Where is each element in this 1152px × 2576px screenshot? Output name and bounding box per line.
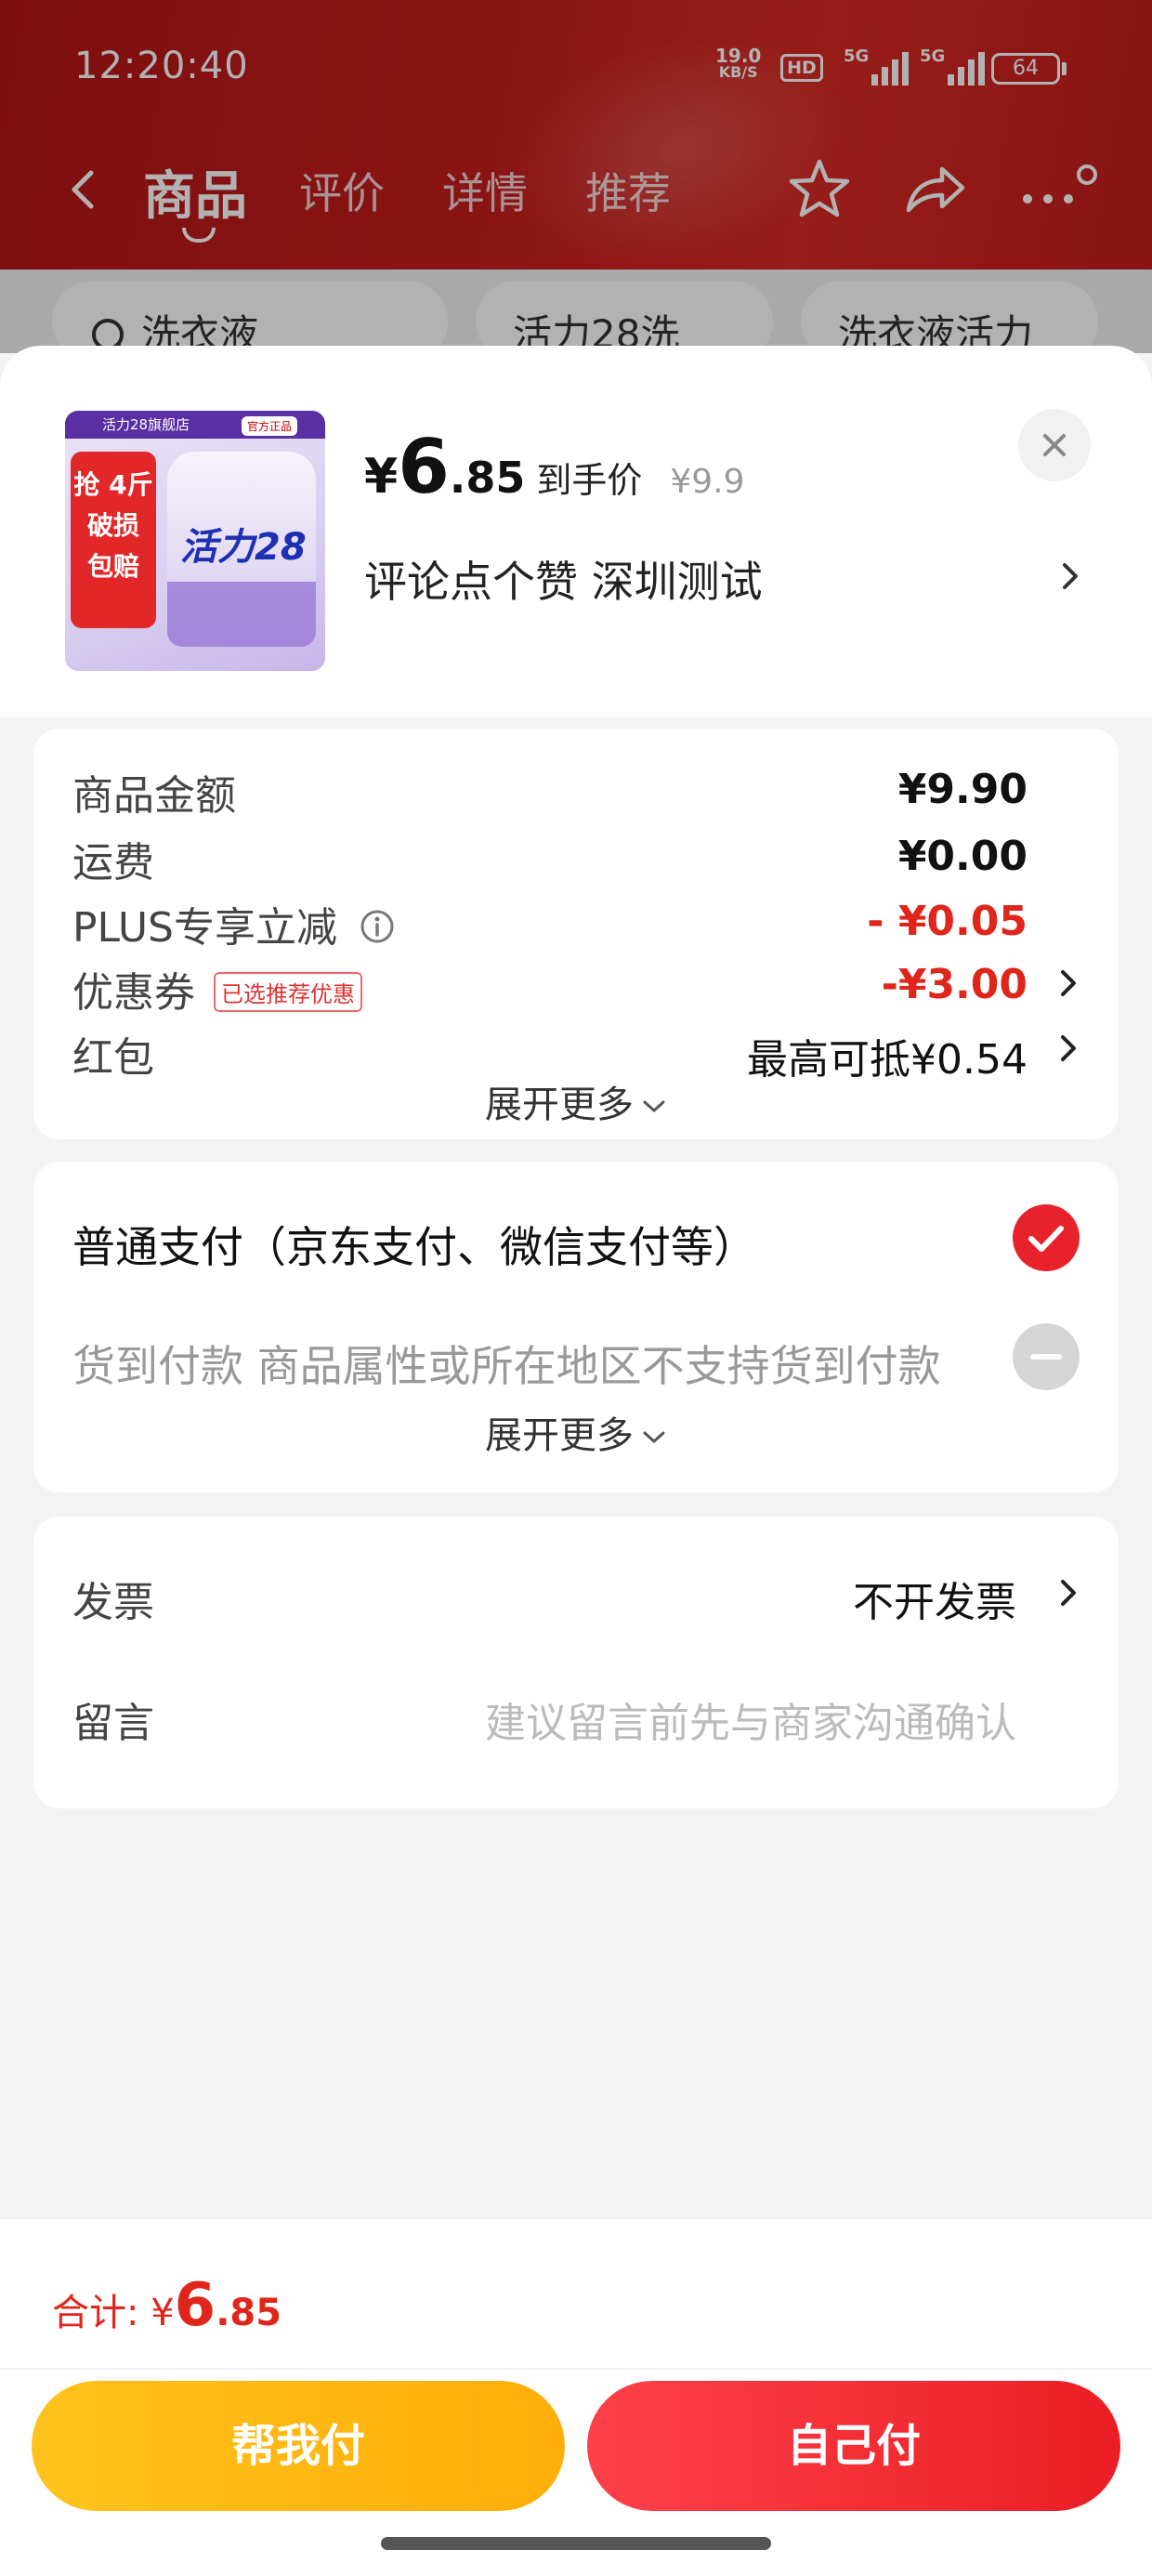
footer-divider bbox=[0, 2368, 1152, 2370]
plus-discount-text: PLUS专享立减 bbox=[72, 904, 337, 952]
message-input[interactable]: 建议留言前先与商家沟通确认 bbox=[485, 1689, 1016, 1749]
help-me-pay-button[interactable]: 帮我付 bbox=[32, 2381, 565, 2511]
normal-pay-option[interactable]: 普通支付（京东支付、微信支付等） bbox=[72, 1214, 756, 1275]
invoice-chevron-icon[interactable] bbox=[1055, 1576, 1081, 1610]
product-image: 活力28旗舰店 官方正品 抢 4斤 破损 包赔 活力28 bbox=[65, 411, 325, 671]
home-indicator[interactable] bbox=[381, 2537, 771, 2550]
store-info[interactable]: 评论点个赞 深圳测试 bbox=[364, 548, 763, 610]
chevron-down-icon bbox=[643, 1431, 665, 1443]
coupon-badge: 已选推荐优惠 bbox=[214, 971, 362, 1012]
coupon-chevron-icon[interactable] bbox=[1055, 966, 1081, 1000]
payment-expand-label: 展开更多 bbox=[485, 1414, 634, 1457]
product-summary: 活力28旗舰店 官方正品 抢 4斤 破损 包赔 活力28 ¥6.85 到手价 ¥9.… bbox=[0, 346, 1152, 717]
product-image-promo: 抢 4斤 破损 包赔 bbox=[71, 452, 156, 628]
invoice-value[interactable]: 不开发票 bbox=[853, 1569, 1016, 1628]
plus-discount-label: PLUS专享立减 bbox=[72, 894, 395, 953]
plus-discount-value: - ¥0.05 bbox=[867, 898, 1028, 945]
price-decimal: .85 bbox=[449, 453, 526, 503]
shipping-value: ¥0.00 bbox=[897, 833, 1028, 880]
shipping-label: 运费 bbox=[72, 839, 154, 887]
product-bag: 活力28 bbox=[167, 452, 316, 647]
item-amount-label: 商品金额 bbox=[72, 772, 236, 820]
red-packet-chevron-icon[interactable] bbox=[1055, 1032, 1081, 1065]
price-line: ¥6.85 到手价 ¥9.9 bbox=[364, 424, 745, 510]
total-currency: ¥ bbox=[151, 2292, 175, 2334]
cost-expand-label: 展开更多 bbox=[485, 1084, 634, 1126]
info-icon[interactable] bbox=[360, 909, 395, 944]
payment-method-card: 普通支付（京东支付、微信支付等） 货到付款 商品属性或所在地区不支持货到付款 展… bbox=[33, 1162, 1119, 1492]
total-label: 合计: bbox=[52, 2292, 151, 2334]
price-integer: 6 bbox=[398, 424, 450, 510]
chevron-right-icon[interactable] bbox=[1057, 559, 1083, 593]
total-integer: 6 bbox=[174, 2271, 216, 2340]
coupon-label[interactable]: 优惠券 已选推荐优惠 bbox=[72, 959, 362, 1019]
message-label: 留言 bbox=[72, 1700, 154, 1747]
original-price: ¥9.9 bbox=[670, 463, 745, 501]
product-image-tag: 官方正品 bbox=[242, 416, 298, 436]
disabled-icon bbox=[1013, 1323, 1080, 1390]
price-currency: ¥ bbox=[364, 449, 399, 505]
item-amount-value: ¥9.90 bbox=[897, 766, 1028, 813]
close-icon[interactable] bbox=[1018, 409, 1091, 481]
payment-expand-more[interactable]: 展开更多 bbox=[33, 1405, 1119, 1459]
checkout-footer: 合计: ¥6.85 帮我付 自己付 bbox=[0, 2219, 1152, 2576]
cost-breakdown-card: 商品金额 ¥9.90 运费 ¥0.00 PLUS专享立减 - ¥0.05 优惠券… bbox=[33, 729, 1119, 1139]
product-image-logo: 活力28 bbox=[180, 526, 307, 569]
total-decimal: .85 bbox=[216, 2292, 282, 2334]
invoice-label: 发票 bbox=[72, 1579, 154, 1626]
coupon-value[interactable]: -¥3.00 bbox=[882, 961, 1028, 1008]
checked-icon[interactable] bbox=[1013, 1204, 1080, 1271]
modal-overlay[interactable] bbox=[0, 0, 1152, 353]
chevron-down-icon bbox=[643, 1100, 665, 1112]
cod-option: 货到付款 商品属性或所在地区不支持货到付款 bbox=[72, 1341, 941, 1391]
price-label: 到手价 bbox=[536, 460, 643, 501]
pay-myself-button[interactable]: 自己付 bbox=[587, 2381, 1120, 2511]
coupon-text: 优惠券 bbox=[72, 969, 195, 1017]
invoice-message-card: 发票 不开发票 留言 建议留言前先与商家沟通确认 bbox=[33, 1517, 1119, 1808]
cost-expand-more[interactable]: 展开更多 bbox=[33, 1074, 1119, 1128]
total-amount: 合计: ¥6.85 bbox=[52, 2271, 281, 2340]
